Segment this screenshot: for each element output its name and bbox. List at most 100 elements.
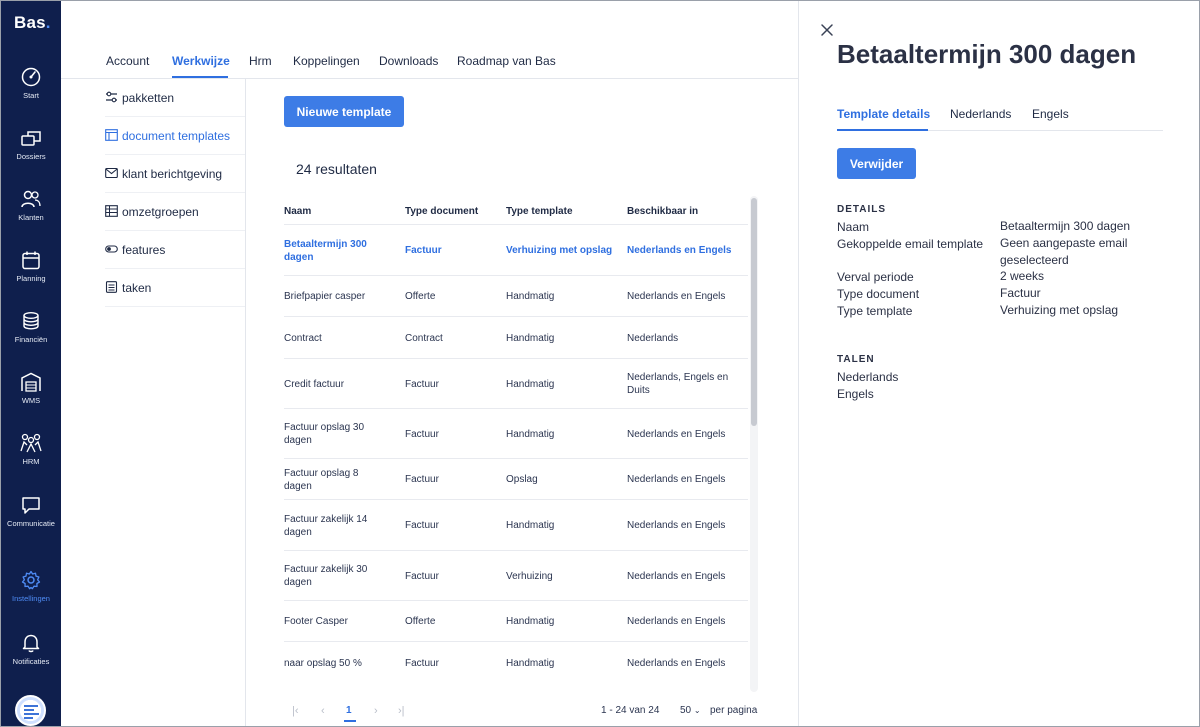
submenu-omzetgroepen[interactable]: omzetgroepen bbox=[105, 193, 245, 231]
last-page-button[interactable]: ›| bbox=[398, 705, 405, 717]
detail-label: Verval periode bbox=[837, 270, 914, 284]
submenu-label: omzetgroepen bbox=[122, 205, 199, 219]
nav-hrm[interactable]: HRM bbox=[1, 433, 61, 489]
cell-type-template: Verhuizing met opslag bbox=[506, 245, 613, 256]
table-row[interactable]: Factuur zakelijk 14 dagen Factuur Handmati… bbox=[284, 499, 748, 550]
cell-name: Factuur zakelijk 30 dagen bbox=[284, 564, 368, 588]
results-count: 24 resultaten bbox=[296, 161, 377, 177]
submenu-document-templates[interactable]: document templates bbox=[105, 117, 245, 155]
nav-notificaties[interactable]: Notificaties bbox=[1, 633, 61, 689]
tab-roadmap[interactable]: Roadmap van Bas bbox=[457, 54, 556, 68]
tab-engels[interactable]: Engels bbox=[1032, 107, 1069, 121]
language-item: Engels bbox=[837, 387, 874, 401]
detail-value: Verhuizing met opslag bbox=[1000, 303, 1119, 317]
cell-type-document: Factuur bbox=[405, 245, 442, 256]
cell-type-template: Verhuizing bbox=[506, 570, 553, 582]
tab-werkwijze[interactable]: Werkwijze bbox=[172, 54, 230, 68]
table-row[interactable]: Credit factuur Factuur Handmatig Nederlands… bbox=[284, 358, 748, 408]
tab-koppelingen[interactable]: Koppelingen bbox=[293, 54, 360, 68]
settings-tabs: Account Werkwijze Hrm Koppelingen Downlo… bbox=[106, 1, 798, 79]
table-row[interactable]: Footer Casper Offerte Handmatig Nederlands … bbox=[284, 600, 748, 641]
chat-icon bbox=[22, 497, 40, 514]
cell-name: Betaaltermijn 300 dagen bbox=[284, 238, 367, 263]
delete-button[interactable]: Verwijder bbox=[837, 148, 916, 179]
table-row[interactable]: Factuur zakelijk 30 dagen Factuur Verhuizi… bbox=[284, 550, 748, 600]
panel-title: Betaaltermijn 300 dagen bbox=[837, 39, 1137, 69]
column-header-type-document[interactable]: Type document bbox=[405, 206, 478, 217]
nav-label: Communicatie bbox=[7, 519, 55, 528]
submenu-divider bbox=[245, 79, 246, 726]
new-template-button[interactable]: Nieuwe template bbox=[284, 96, 404, 127]
cell-beschikbaar-in: Nederlands en Engels bbox=[627, 245, 732, 256]
detail-value: Betaaltermijn 300 dagen bbox=[1000, 219, 1131, 233]
bas-logo[interactable]: Bas. bbox=[14, 13, 51, 33]
tab-template-details[interactable]: Template details bbox=[837, 107, 930, 121]
nav-start[interactable]: Start bbox=[1, 67, 61, 123]
nav-dossiers[interactable]: Dossiers bbox=[1, 128, 61, 184]
nav-klanten[interactable]: Klanten bbox=[1, 189, 61, 245]
panel-active-tab-indicator bbox=[837, 129, 928, 131]
nav-label: Start bbox=[23, 91, 39, 100]
per-page-select[interactable]: 50 ⌄ bbox=[680, 705, 701, 716]
nav-label: Planning bbox=[16, 274, 46, 283]
column-header-beschikbaar-in[interactable]: Beschikbaar in bbox=[627, 206, 698, 217]
details-heading: DETAILS bbox=[837, 204, 887, 215]
table-icon bbox=[105, 205, 118, 217]
nav-label: Dossiers bbox=[16, 152, 46, 161]
cell-type-document: Factuur bbox=[405, 570, 439, 582]
cell-beschikbaar-in: Nederlands en Engels bbox=[627, 657, 726, 669]
cell-type-template: Opslag bbox=[506, 474, 538, 485]
table-row[interactable]: naar opslag 50 % Factuur Handmatig Nederlan… bbox=[284, 641, 748, 683]
cell-name: Briefpapier casper bbox=[284, 291, 366, 302]
per-page-label: per pagina bbox=[710, 705, 758, 716]
gear-icon bbox=[21, 570, 41, 590]
table-row[interactable]: Briefpapier casper Offerte Handmatig Nederl… bbox=[284, 275, 748, 316]
next-page-button[interactable]: › bbox=[374, 705, 378, 717]
column-header-type-template[interactable]: Type template bbox=[506, 206, 573, 217]
nav-financien[interactable]: Financiën bbox=[1, 311, 61, 367]
submenu-taken[interactable]: taken bbox=[105, 269, 245, 307]
detail-label: Type document bbox=[837, 287, 920, 301]
cell-beschikbaar-in: Nederlands en Engels bbox=[627, 291, 726, 302]
nav-instellingen[interactable]: Instellingen bbox=[1, 570, 61, 626]
nav-wms[interactable]: WMS bbox=[1, 372, 61, 428]
tab-downloads[interactable]: Downloads bbox=[379, 54, 438, 68]
toggle-icon bbox=[105, 245, 118, 253]
cell-beschikbaar-in: Nederlands en Engels bbox=[627, 616, 726, 627]
coins-icon bbox=[23, 312, 39, 330]
pagination-range: 1 - 24 van 24 bbox=[601, 705, 660, 716]
warehouse-icon bbox=[21, 372, 41, 392]
table-scrollbar-thumb[interactable] bbox=[751, 198, 757, 426]
table-row[interactable]: Contract Contract Handmatig Nederlands bbox=[284, 316, 748, 358]
previous-page-button[interactable]: ‹ bbox=[321, 705, 325, 717]
table-row[interactable]: Factuur opslag 30 dagen Factuur Handmatig N… bbox=[284, 408, 748, 458]
checklist-icon bbox=[105, 281, 118, 293]
submenu-klant-berichtgeving[interactable]: klant berichtgeving bbox=[105, 155, 245, 193]
cell-type-template: Handmatig bbox=[506, 520, 555, 531]
user-avatar[interactable] bbox=[15, 695, 46, 726]
table-row[interactable]: Factuur opslag 8 dagen Factuur Opslag Neder… bbox=[284, 458, 748, 499]
nav-planning[interactable]: Planning bbox=[1, 250, 61, 306]
tab-hrm[interactable]: Hrm bbox=[249, 54, 272, 68]
detail-value: 2 weeks bbox=[1000, 269, 1045, 283]
cell-type-document: Contract bbox=[405, 332, 443, 344]
submenu-features[interactable]: features bbox=[105, 231, 245, 269]
current-page[interactable]: 1 bbox=[346, 705, 352, 716]
submenu-label: pakketten bbox=[122, 91, 175, 105]
close-icon[interactable] bbox=[819, 22, 835, 38]
nav-communicatie[interactable]: Communicatie bbox=[1, 495, 61, 551]
tab-account[interactable]: Account bbox=[106, 54, 149, 68]
gauge-icon bbox=[21, 67, 41, 87]
cell-name: naar opslag 50 % bbox=[284, 657, 362, 669]
cell-type-document: Factuur bbox=[405, 520, 439, 531]
first-page-button[interactable]: |‹ bbox=[292, 705, 299, 717]
cell-type-template: Handmatig bbox=[506, 616, 555, 627]
app-window: Bas. Start Dossiers Klanten Planning Fin… bbox=[0, 0, 1200, 727]
nav-label: HRM bbox=[22, 457, 40, 466]
table-row[interactable]: Betaaltermijn 300 dagen Factuur Verhuizing… bbox=[284, 224, 748, 275]
column-header-naam[interactable]: Naam bbox=[284, 206, 311, 217]
submenu-pakketten[interactable]: pakketten bbox=[105, 79, 245, 117]
cell-type-document: Offerte bbox=[405, 291, 436, 302]
users-icon bbox=[21, 190, 41, 208]
tab-nederlands[interactable]: Nederlands bbox=[950, 107, 1011, 121]
